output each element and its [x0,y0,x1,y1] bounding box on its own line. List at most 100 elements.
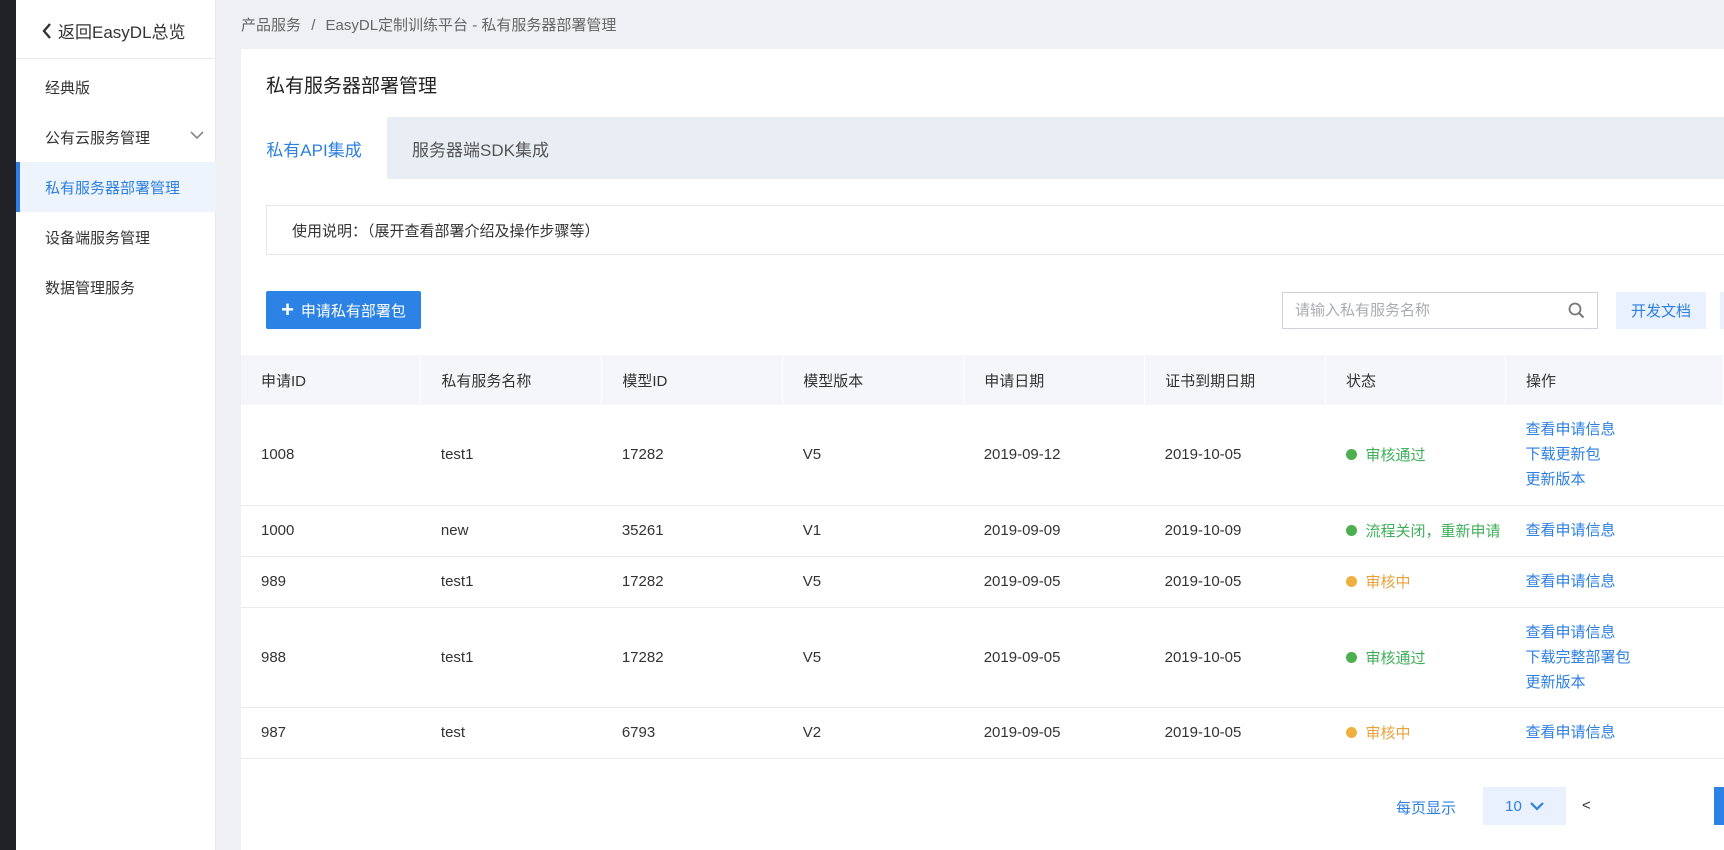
cell-status: 审核通过 [1325,607,1506,708]
column-header: 状态 [1325,355,1506,405]
view-application-link[interactable]: 查看申请信息 [1525,720,1723,745]
download-full-package-link[interactable]: 下载完整部署包 [1525,645,1723,670]
cell-service-name: test1 [420,405,602,506]
status-dot-icon [1345,651,1357,663]
cell-apply-date: 2019-09-05 [963,556,1145,608]
cell-model-id: 6793 [601,707,783,759]
status-text: 审核中 [1365,725,1411,742]
sidebar-item-label: 经典版 [45,79,91,97]
cell-status: 审核中 [1325,707,1506,759]
status-text: 审核中 [1365,574,1411,591]
cell-service-name: new [420,505,602,557]
cell-service-name: test [420,707,602,759]
column-header: 申请日期 [963,355,1146,405]
tab-server-sdk[interactable]: 服务器端SDK集成 [412,117,549,179]
status-badge: 审核中 [1345,722,1506,743]
status-dot-icon [1345,727,1357,738]
cell-apply-id: 1008 [241,405,421,506]
cell-apply-date: 2019-09-05 [963,707,1145,759]
usage-notice[interactable]: 使用说明：（展开查看部署介绍及操作步骤等） [266,205,1724,255]
table-header-row: 申请ID 私有服务名称 模型ID 模型版本 申请日期 证书到期日期 状态 操作 [241,355,1724,405]
cell-expire-date: 2019-10-05 [1144,556,1326,608]
view-application-link[interactable]: 查看申请信息 [1525,569,1723,594]
cell-model-id: 35261 [601,505,783,557]
sidebar-item-label: 数据管理服务 [45,279,136,297]
table-row: 989 test1 17282 V5 2019-09-05 2019-10-05… [241,556,1724,608]
breadcrumb: 产品服务 / EasyDL定制训练平台 - 私有服务器部署管理 [241,14,622,35]
search-icon[interactable] [1568,302,1585,319]
tab-private-api[interactable]: 私有API集成 [241,117,387,179]
cell-apply-id: 987 [241,707,421,759]
cell-service-name: test1 [420,556,602,608]
cell-status: 审核通过 [1325,405,1506,506]
status-badge: 审核中 [1345,571,1506,592]
prev-page-button[interactable]: < [1582,797,1591,814]
update-version-link[interactable]: 更新版本 [1525,670,1723,695]
chevron-left-icon [42,22,51,39]
download-update-link[interactable]: 下载更新包 [1525,442,1723,467]
deployment-table: 申请ID 私有服务名称 模型ID 模型版本 申请日期 证书到期日期 状态 操作 … [241,355,1724,759]
page-size-value: 10 [1505,797,1522,815]
apply-private-package-button[interactable]: + 申请私有部署包 [266,291,421,329]
table-row: 1000 new 35261 V1 2019-09-09 2019-10-09 … [241,505,1724,557]
cell-expire-date: 2019-10-05 [1144,405,1326,506]
status-dot-icon [1345,525,1357,536]
update-version-link[interactable]: 更新版本 [1525,467,1723,492]
cell-model-version: V5 [782,607,964,708]
cell-actions: 查看申请信息 下载完整部署包 更新版本 [1505,607,1724,708]
main-panel: 私有服务器部署管理 私有API集成 服务器端SDK集成 使用说明：（展开查看部署… [241,49,1724,850]
table-row: 987 test 6793 V2 2019-09-05 2019-10-05 审… [241,707,1724,759]
chevron-down-icon [1530,802,1544,811]
view-application-link[interactable]: 查看申请信息 [1525,417,1723,442]
cell-model-version: V5 [782,556,964,608]
breadcrumb-current: EasyDL定制训练平台 - 私有服务器部署管理 [325,17,617,34]
cell-status: 流程关闭，重新申请 [1325,505,1506,557]
tab-bar: 私有API集成 服务器端SDK集成 [241,117,1724,179]
sidebar-item-device[interactable]: 设备端服务管理 [16,212,216,262]
search-box [1282,292,1598,329]
cell-apply-date: 2019-09-09 [963,505,1145,557]
breadcrumb-separator: / [311,17,316,34]
cell-service-name: test1 [420,607,602,708]
cell-status: 审核中 [1325,556,1506,608]
column-header: 模型版本 [782,355,965,405]
breadcrumb-root[interactable]: 产品服务 [241,17,301,34]
back-link-label: 返回EasyDL总览 [58,23,186,42]
dev-docs-button[interactable]: 开发文档 [1616,292,1706,329]
cell-model-version: V1 [782,505,964,557]
cell-apply-id: 1000 [241,505,421,557]
status-text: 审核通过 [1365,649,1426,667]
per-page-label: 每页显示 [1396,800,1457,817]
sidebar-item-public-cloud[interactable]: 公有云服务管理 [16,112,216,162]
table-row: 1008 test1 17282 V5 2019-09-12 2019-10-0… [241,405,1724,506]
status-text: 审核通过 [1365,447,1426,465]
column-header: 私有服务名称 [420,355,603,405]
view-application-link[interactable]: 查看申请信息 [1525,620,1723,645]
cell-expire-date: 2019-10-05 [1144,607,1326,708]
table-row: 988 test1 17282 V5 2019-09-05 2019-10-05… [241,607,1724,708]
sidebar-item-label: 设备端服务管理 [45,229,151,247]
current-page-button[interactable] [1714,787,1724,825]
status-dot-icon [1345,576,1357,587]
cell-actions: 查看申请信息 [1505,707,1724,759]
cell-actions: 查看申请信息 [1505,505,1724,557]
search-input[interactable] [1283,293,1553,328]
back-to-overview-link[interactable]: 返回EasyDL总览 [42,18,186,43]
sidebar-item-data-management[interactable]: 数据管理服务 [16,262,216,312]
status-badge: 审核通过 [1345,647,1506,668]
sidebar: 返回EasyDL总览 经典版 公有云服务管理 私有服务器部署管理 设备端服务管理… [16,0,216,850]
column-header: 证书到期日期 [1144,355,1327,405]
cell-model-id: 17282 [601,607,783,708]
cell-actions: 查看申请信息 下载更新包 更新版本 [1505,405,1724,506]
toolbar-button-partial[interactable] [1720,292,1724,329]
cell-model-id: 17282 [601,405,783,506]
view-application-link[interactable]: 查看申请信息 [1525,518,1723,543]
plus-icon: + [281,297,294,322]
column-header: 申请ID [241,355,422,405]
sidebar-item-label: 公有云服务管理 [45,129,151,147]
page-size-select[interactable]: 10 [1483,787,1566,825]
sidebar-item-classic[interactable]: 经典版 [16,62,216,112]
sidebar-item-private-server[interactable]: 私有服务器部署管理 [16,162,216,212]
cell-apply-date: 2019-09-12 [963,405,1145,506]
cell-model-version: V2 [782,707,964,759]
